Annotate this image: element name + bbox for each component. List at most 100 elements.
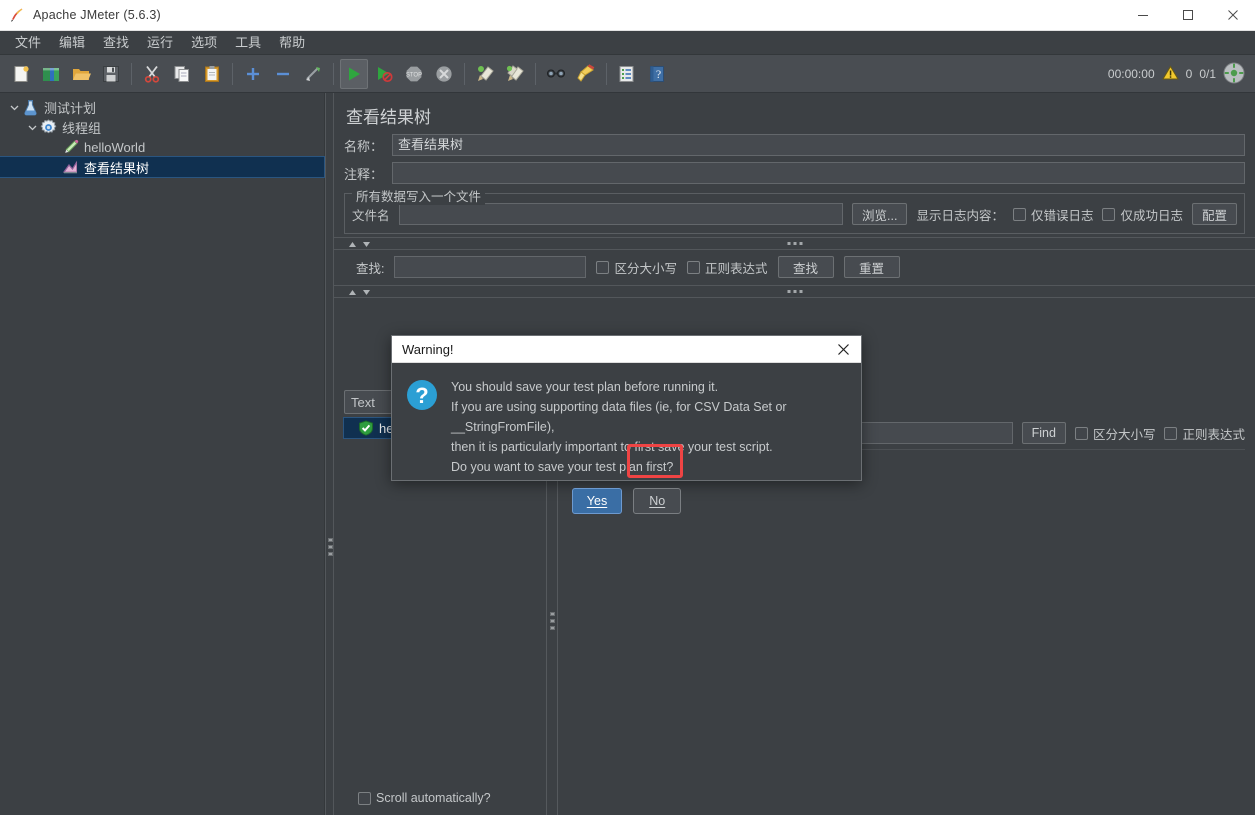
search-case-sensitive-checkbox[interactable]: 区分大小写 [596,258,677,277]
help-icon[interactable]: ? [643,59,671,89]
lower-splitter[interactable] [334,285,1255,298]
svg-text:STOP: STOP [406,72,422,78]
collapse-all-icon[interactable] [269,59,297,89]
menu-tools[interactable]: 工具 [226,32,270,54]
group-title: 所有数据写入一个文件 [352,186,486,205]
copy-icon[interactable] [168,59,196,89]
dialog-yes-button[interactable]: Yes [571,488,623,514]
toolbar-separator [131,62,132,85]
test-plan-tree[interactable]: 测试计划 线程组 helloWorld 查看结果树 [0,93,325,815]
open-icon[interactable] [67,59,95,89]
response-find-button[interactable]: Find [1021,422,1066,444]
checkbox-box [1012,207,1026,221]
successes-only-checkbox[interactable]: 仅成功日志 [1102,205,1183,224]
stop-icon[interactable]: STOP [400,59,428,89]
tree-node-thread-group[interactable]: 线程组 [0,117,324,137]
upper-splitter[interactable] [334,237,1255,250]
menu-search[interactable]: 查找 [94,32,138,54]
comment-input[interactable] [392,162,1245,184]
thread-group-icon [40,118,57,136]
paste-icon[interactable] [198,59,226,89]
search-reset-button[interactable]: 重置 [843,256,900,278]
chevron-down-icon[interactable] [24,123,40,132]
scroll-automatically-checkbox[interactable]: Scroll automatically? [358,791,491,805]
dialog-message: You should save your test plan before ru… [451,377,849,477]
tree-editor-splitter[interactable] [325,93,334,815]
checkbox-box [596,260,610,274]
start-no-timers-icon[interactable] [370,59,398,89]
menu-edit[interactable]: 编辑 [50,32,94,54]
dialog-title: Warning! [402,341,454,357]
toolbar-separator [535,62,536,85]
comment-label: 注释： [344,166,384,182]
menu-options[interactable]: 选项 [182,32,226,54]
splitter-grip[interactable] [787,290,802,293]
window-titlebar: Apache JMeter (5.6.3) [0,0,1255,31]
write-all-data-to-file-group: 所有数据写入一个文件 文件名 浏览... 显示日志内容： 仅错误日志 仅成功日志… [344,186,1245,234]
toolbar: STOP ? 00:00:00 0 0/1 [0,55,1255,93]
checkbox-label: 正则表达式 [1182,427,1245,442]
save-icon[interactable] [97,59,125,89]
toolbar-separator [464,62,465,85]
close-icon[interactable] [832,338,854,360]
expand-all-icon[interactable] [239,59,267,89]
maximize-icon[interactable] [1165,0,1210,30]
splitter-grip[interactable] [550,612,555,633]
dialog-no-button[interactable]: No [633,488,682,514]
svg-text:?: ? [415,383,428,408]
cut-icon[interactable] [138,59,166,89]
checkbox-box [687,260,700,274]
checkbox-label: 区分大小写 [614,261,677,276]
close-icon[interactable] [1210,0,1255,30]
test-plan-icon [22,99,39,116]
errors-only-checkbox[interactable]: 仅错误日志 [1012,205,1093,224]
menu-run[interactable]: 运行 [138,32,182,54]
menu-file[interactable]: 文件 [6,32,50,54]
response-case-sensitive-checkbox[interactable]: 区分大小写 [1074,424,1156,443]
new-icon[interactable] [7,59,35,89]
tree-node-label: helloWorld [84,139,146,155]
renderer-combo-value: Text [351,394,375,410]
search-label: 查找: [356,261,385,276]
function-helper-icon[interactable] [613,59,641,89]
search-regex-checkbox[interactable]: 正则表达式 [687,258,768,277]
clear-icon[interactable] [471,59,499,89]
checkbox-label: Scroll automatically? [376,791,491,805]
shutdown-icon[interactable] [430,59,458,89]
dialog-message-line: Do you want to save your test plan first… [451,460,674,474]
response-regex-checkbox[interactable]: 正则表达式 [1164,424,1245,443]
name-input[interactable]: 查看结果树 [392,134,1245,156]
configure-button[interactable]: 配置 [1191,203,1237,225]
name-label: 名称： [344,138,384,154]
toolbar-separator [232,62,233,85]
templates-icon[interactable] [37,59,65,89]
start-icon[interactable] [340,58,368,89]
splitter-grip[interactable] [787,242,802,245]
minimize-icon[interactable] [1120,0,1165,30]
menu-help[interactable]: 帮助 [270,32,314,54]
window-controls [1120,0,1255,30]
search-find-button[interactable]: 查找 [777,256,834,278]
filename-input[interactable] [398,203,844,225]
browse-button[interactable]: 浏览... [852,203,908,225]
chevron-down-icon[interactable] [6,103,22,112]
reset-search-icon[interactable] [572,59,600,89]
page-title: 查看结果树 [346,108,431,127]
elapsed-time: 00:00:00 [1107,67,1155,81]
search-input[interactable] [394,256,587,278]
checkbox-label: 区分大小写 [1092,427,1156,442]
toggle-icon[interactable] [299,59,327,89]
dialog-message-line: then it is particularly important to fir… [451,440,773,454]
tree-node-helloworld[interactable]: helloWorld [0,137,324,157]
name-field-row: 名称： 查看结果树 [344,134,1245,156]
warning-dialog: Warning! ? You should save your test pla… [391,335,862,514]
splitter-arrows[interactable] [348,241,371,248]
warning-triangle-icon[interactable] [1161,65,1179,84]
tree-node-view-results-tree[interactable]: 查看结果树 [0,156,325,178]
splitter-arrows[interactable] [348,289,371,296]
search-icon[interactable] [542,59,570,89]
clear-all-icon[interactable] [501,59,529,89]
splitter-grip[interactable] [328,538,333,559]
remote-status-icon[interactable] [1223,62,1245,87]
tree-node-test-plan[interactable]: 测试计划 [0,97,324,117]
